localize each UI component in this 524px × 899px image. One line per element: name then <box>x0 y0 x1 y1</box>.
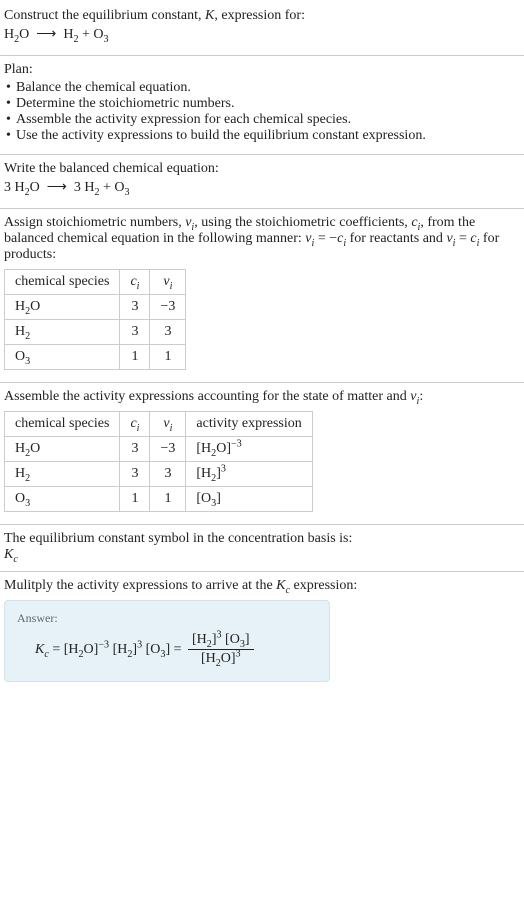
plan-list: •Balance the chemical equation. •Determi… <box>4 80 520 144</box>
plan-item-text: Assemble the activity expression for eac… <box>16 112 351 127</box>
kc-numerator: [H2]3 [O3] <box>188 632 254 650</box>
table-row: H2O 3 −3 [H2O]−3 <box>5 437 313 462</box>
table-row: H2O 3 −3 <box>5 295 186 320</box>
cell-nu: −3 <box>150 295 186 320</box>
activity-intro: Assemble the activity expressions accoun… <box>4 389 520 405</box>
cell-activity: [H2]3 <box>186 462 312 487</box>
cell-species: O3 <box>5 487 120 512</box>
problem-title: Construct the equilibrium constant, K, e… <box>4 8 520 24</box>
cell-nu: −3 <box>150 437 186 462</box>
plan-item-text: Balance the chemical equation. <box>16 80 191 95</box>
bullet-icon: • <box>6 112 16 128</box>
cell-nu: 3 <box>150 320 186 345</box>
table-row: O3 1 1 <box>5 345 186 370</box>
bullet-icon: • <box>6 96 16 112</box>
plan-item: •Assemble the activity expression for ea… <box>4 112 520 128</box>
kc-symbol-section: The equilibrium constant symbol in the c… <box>0 524 524 571</box>
text: Mulitply the activity expressions to arr… <box>4 578 276 593</box>
text: for reactants and <box>346 231 446 246</box>
stoich-numbers-section: Assign stoichiometric numbers, νi, using… <box>0 208 524 382</box>
plan-item-text: Use the activity expressions to build th… <box>16 128 426 143</box>
cell-ci: 3 <box>120 320 150 345</box>
balanced-equation: 3 H2O ⟶ 3 H2 + O3 <box>4 179 520 196</box>
balanced-equation-section: Write the balanced chemical equation: 3 … <box>0 154 524 208</box>
activity-table: chemical species ci νi activity expressi… <box>4 411 313 512</box>
cell-nu: 1 <box>150 487 186 512</box>
cell-species: H2 <box>5 320 120 345</box>
col-activity: activity expression <box>186 412 312 437</box>
text: expression: <box>290 578 357 593</box>
kc-fraction: [H2]3 [O3][H2O]3 <box>188 632 254 667</box>
cell-species: O3 <box>5 345 120 370</box>
activity-section: Assemble the activity expressions accoun… <box>0 382 524 524</box>
cell-species: H2 <box>5 462 120 487</box>
relation-reactants: νi = −ci <box>305 231 346 246</box>
table-row: O3 1 1 [O3] <box>5 487 313 512</box>
col-nu: νi <box>150 412 186 437</box>
table-row: H2 3 3 <box>5 320 186 345</box>
problem-statement: Construct the equilibrium constant, K, e… <box>0 0 524 55</box>
kc-lhs: Kc = [H2O]−3 [H2]3 [O3] = <box>35 642 185 657</box>
col-nu: νi <box>150 270 186 295</box>
table-header-row: chemical species ci νi <box>5 270 186 295</box>
col-species: chemical species <box>5 270 120 295</box>
section-text: The equilibrium constant symbol in the c… <box>4 531 520 547</box>
kc-symbol: Kc <box>276 578 290 593</box>
cell-nu: 3 <box>150 462 186 487</box>
cell-ci: 3 <box>120 462 150 487</box>
symbol-nu: νi <box>410 389 419 404</box>
text: Construct the equilibrium constant, <box>4 8 205 23</box>
cell-ci: 1 <box>120 487 150 512</box>
symbol-K: K <box>205 8 214 23</box>
kc-denominator: [H2O]3 <box>188 650 254 667</box>
bullet-icon: • <box>6 128 16 144</box>
table-row: H2 3 3 [H2]3 <box>5 462 313 487</box>
cell-ci: 1 <box>120 345 150 370</box>
final-section: Mulitply the activity expressions to arr… <box>0 571 524 702</box>
cell-nu: 1 <box>150 345 186 370</box>
col-ci: ci <box>120 412 150 437</box>
answer-box: Answer: Kc = [H2O]−3 [H2]3 [O3] = [H2]3 … <box>4 600 330 682</box>
cell-species: H2O <box>5 295 120 320</box>
section-heading: Write the balanced chemical equation: <box>4 161 520 177</box>
plan-item-text: Determine the stoichiometric numbers. <box>16 96 235 111</box>
relation-products: νi = ci <box>446 231 479 246</box>
plan-heading: Plan: <box>4 62 520 78</box>
final-intro: Mulitply the activity expressions to arr… <box>4 578 520 594</box>
cell-activity: [O3] <box>186 487 312 512</box>
cell-activity: [H2O]−3 <box>186 437 312 462</box>
kc-expression: Kc = [H2O]−3 [H2]3 [O3] = [H2]3 [O3][H2O… <box>17 632 317 667</box>
text: : <box>419 389 423 404</box>
symbol-ci: ci <box>411 215 420 230</box>
table-header-row: chemical species ci νi activity expressi… <box>5 412 313 437</box>
bullet-icon: • <box>6 80 16 96</box>
text: Assign stoichiometric numbers, <box>4 215 185 230</box>
cell-species: H2O <box>5 437 120 462</box>
answer-label: Answer: <box>17 611 317 626</box>
text: , using the stoichiometric coefficients, <box>194 215 411 230</box>
col-species: chemical species <box>5 412 120 437</box>
plan-item: •Balance the chemical equation. <box>4 80 520 96</box>
plan-item: •Determine the stoichiometric numbers. <box>4 96 520 112</box>
col-ci: ci <box>120 270 150 295</box>
cell-ci: 3 <box>120 295 150 320</box>
cell-ci: 3 <box>120 437 150 462</box>
symbol-nu: νi <box>185 215 194 230</box>
kc-symbol: Kc <box>4 547 520 563</box>
text: Assemble the activity expressions accoun… <box>4 389 410 404</box>
stoich-intro: Assign stoichiometric numbers, νi, using… <box>4 215 520 263</box>
plan-item: •Use the activity expressions to build t… <box>4 128 520 144</box>
stoich-table: chemical species ci νi H2O 3 −3 H2 3 3 O… <box>4 269 186 370</box>
unbalanced-equation: H2O ⟶ H2 + O3 <box>4 26 520 43</box>
plan-section: Plan: •Balance the chemical equation. •D… <box>0 55 524 154</box>
text: , expression for: <box>214 8 305 23</box>
